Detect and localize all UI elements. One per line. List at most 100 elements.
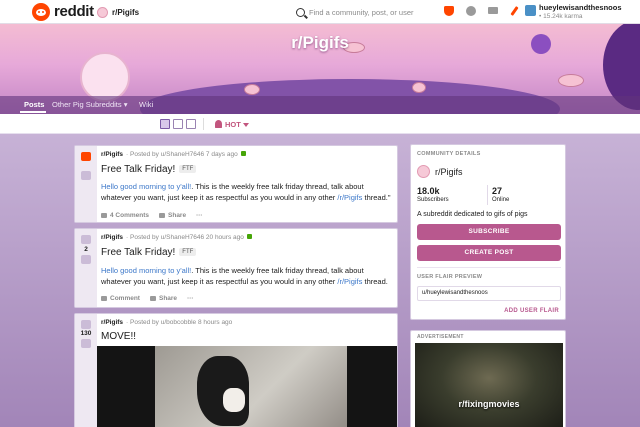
vote-count: 130	[80, 330, 92, 337]
post-meta: r/Pigifs · Posted by u/ShaneH7646 7 days …	[101, 151, 246, 158]
community-name[interactable]: r/Pigifs	[435, 167, 463, 177]
reddit-wordmark[interactable]: reddit	[54, 3, 94, 20]
post-subreddit-link[interactable]: r/Pigifs	[101, 234, 123, 241]
comments-button[interactable]: 4 Comments	[101, 212, 149, 219]
subreddit-avatar	[97, 6, 108, 18]
video-frame	[155, 346, 347, 427]
stats-divider	[487, 185, 488, 205]
tab-wiki[interactable]: Wiki	[139, 100, 153, 109]
upvote-icon[interactable]	[81, 320, 91, 329]
advertisement[interactable]: ADVERTISEMENT r/fixingmovies	[410, 330, 566, 427]
chevron-down-icon[interactable]	[243, 123, 249, 127]
vote-column: 2	[75, 229, 97, 307]
comment-icon	[101, 296, 107, 301]
pencil-icon[interactable]	[510, 6, 519, 16]
advertisement-image[interactable]: r/fixingmovies	[415, 343, 563, 427]
online-count: 27	[492, 186, 503, 196]
community-details: COMMUNITY DETAILS r/Pigifs 18.0k Subscri…	[410, 144, 566, 320]
downvote-icon[interactable]	[81, 255, 91, 264]
post-card[interactable]: r/Pigifs · Posted by u/ShaneH7646 7 days …	[74, 145, 398, 223]
post-actions: 4 Comments Share ···	[101, 212, 203, 219]
post-card[interactable]: 2 r/Pigifs · Posted by u/ShaneH7646 20 ho…	[74, 228, 398, 308]
subreddit-dropdown-label: r/Pigifs	[112, 7, 140, 17]
post-subreddit-link[interactable]: r/Pigifs	[101, 151, 123, 158]
post-flair: FTF	[179, 165, 197, 173]
cat-image-patch	[223, 388, 245, 412]
card-view-icon[interactable]	[160, 119, 170, 129]
post-meta: r/Pigifs · Posted by u/ShaneH7646 20 hour…	[101, 234, 252, 241]
vote-column: 130	[75, 314, 97, 427]
subreddit-dropdown[interactable]: r/Pigifs	[97, 5, 139, 19]
downvote-icon[interactable]	[81, 339, 91, 348]
community-description: A subreddit dedicated to gifs of pigs	[417, 211, 528, 218]
online-label: Online	[492, 197, 510, 203]
user-flair-preview: u/hueylewisandthesnoos	[417, 286, 561, 301]
create-post-button[interactable]: CREATE POST	[417, 245, 561, 261]
share-icon	[149, 296, 156, 301]
user-avatar	[525, 5, 536, 16]
compact-view-icon[interactable]	[186, 119, 196, 129]
subscribers-count: 18.0k	[417, 186, 440, 196]
post-author-time: · Posted by u/bobcobble 8 hours ago	[126, 319, 233, 326]
post-title[interactable]: Free Talk Friday! FTF	[101, 247, 197, 258]
post-title[interactable]: MOVE!!	[101, 331, 136, 342]
subreddit-link[interactable]: /r/Pigifs	[337, 277, 362, 286]
active-tab-indicator	[20, 111, 46, 113]
sort-dropdown[interactable]: HOT	[225, 120, 241, 129]
karma-count: • 15.24k karma	[539, 13, 583, 20]
subscribe-button[interactable]: SUBSCRIBE	[417, 224, 561, 240]
upvote-icon[interactable]	[81, 235, 91, 244]
post-body: Hello good morning to y'all!. This is th…	[101, 266, 388, 286]
more-options-button[interactable]: ···	[187, 295, 194, 302]
comment-button[interactable]: Comment	[101, 295, 140, 302]
classic-view-icon[interactable]	[173, 119, 183, 129]
post-body: Hello good morning to y'all!. This is th…	[101, 182, 391, 202]
comment-icon	[101, 213, 107, 218]
post-actions: Comment Share ···	[101, 295, 194, 302]
add-user-flair-button[interactable]: ADD USER FLAIR	[504, 308, 559, 314]
search-placeholder: Find a community, post, or user	[309, 7, 414, 17]
subreddit-link[interactable]: /r/Pigifs	[337, 193, 362, 202]
more-options-button[interactable]: ···	[196, 212, 203, 219]
sidebar-divider	[417, 267, 561, 268]
top-nav: reddit r/Pigifs Find a community, post, …	[0, 0, 640, 24]
moon-decoration	[80, 52, 130, 102]
post-subreddit-link[interactable]: r/Pigifs	[101, 319, 123, 326]
post-author-time: · Posted by u/ShaneH7646 20 hours ago	[126, 234, 244, 241]
tab-other-pig-subreddits[interactable]: Other Pig Subreddits ▾	[52, 100, 127, 109]
user-flair-heading: USER FLAIR PREVIEW	[417, 274, 483, 280]
post-title[interactable]: Free Talk Friday! FTF	[101, 164, 197, 175]
search-icon	[296, 7, 305, 17]
pin-icon	[240, 151, 246, 156]
share-button[interactable]: Share	[159, 212, 186, 219]
vote-count: 2	[84, 246, 88, 253]
share-button[interactable]: Share	[149, 295, 177, 302]
chat-icon[interactable]	[466, 6, 476, 16]
shield-icon[interactable]	[444, 6, 454, 16]
pig-decoration	[558, 74, 584, 87]
pig-decoration	[412, 82, 426, 93]
sort-divider	[203, 118, 204, 130]
community-avatar	[417, 165, 430, 178]
upvote-icon[interactable]	[81, 152, 91, 161]
username: hueylewisandthesnoos	[539, 3, 622, 12]
tab-posts[interactable]: Posts	[24, 100, 44, 109]
flame-icon	[215, 120, 222, 128]
banner-title: r/Pigifs	[291, 33, 349, 52]
downvote-icon[interactable]	[81, 171, 91, 180]
advertisement-heading: ADVERTISEMENT	[417, 334, 464, 340]
community-details-heading: COMMUNITY DETAILS	[417, 151, 481, 157]
pig-decoration	[244, 84, 260, 95]
share-icon	[159, 213, 166, 218]
advertisement-text: r/fixingmovies	[458, 399, 520, 409]
post-card[interactable]: 130 r/Pigifs · Posted by u/bobcobble 8 ho…	[74, 313, 398, 427]
post-author-time: · Posted by u/ShaneH7646 7 days ago	[126, 151, 238, 158]
search-input[interactable]: Find a community, post, or user	[296, 4, 446, 20]
video-player[interactable]	[97, 346, 397, 427]
mail-icon[interactable]	[488, 7, 498, 14]
subscribers-label: Subscribers	[417, 197, 449, 203]
subreddit-tabs: Posts Other Pig Subreddits ▾ Wiki	[0, 96, 640, 114]
reddit-logo-icon[interactable]	[32, 3, 50, 21]
pin-icon	[246, 234, 252, 239]
post-meta: r/Pigifs · Posted by u/bobcobble 8 hours …	[101, 319, 232, 326]
